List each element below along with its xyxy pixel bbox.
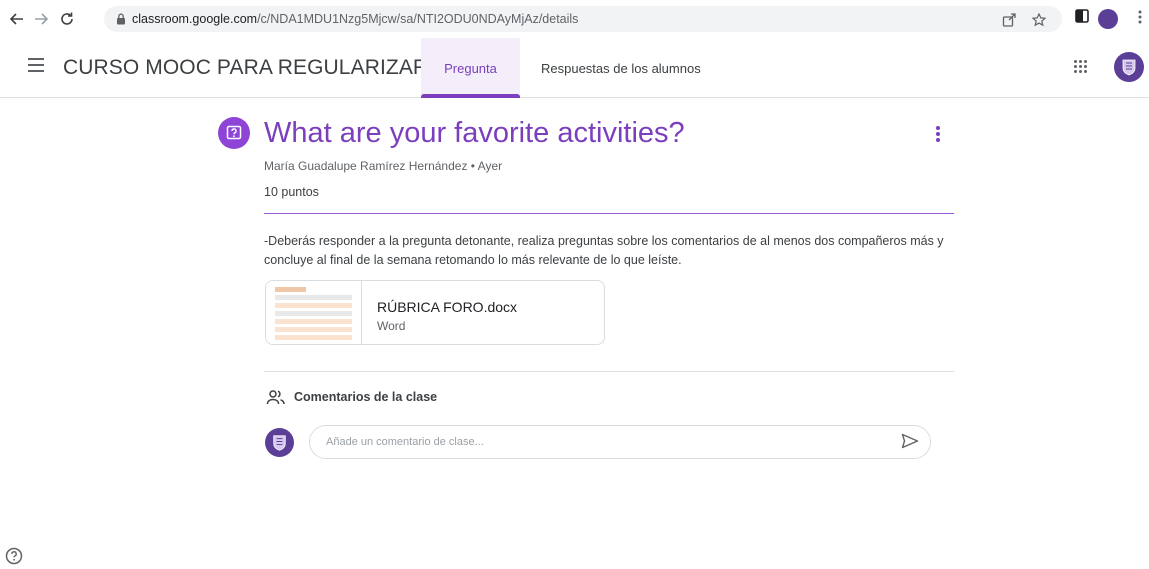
side-panel-icon[interactable] [1075, 9, 1089, 23]
browser-menu-icon[interactable] [1138, 10, 1142, 24]
account-avatar[interactable] [1114, 52, 1144, 82]
reload-icon[interactable] [56, 8, 78, 30]
crest-icon [1122, 59, 1136, 76]
main-menu-icon[interactable] [28, 58, 44, 72]
commenter-avatar [265, 428, 294, 457]
course-title[interactable]: CURSO MOOC PARA REGULARIZAR ... [63, 56, 452, 80]
back-arrow-icon[interactable] [6, 8, 28, 30]
browser-toolbar: classroom.google.com/c/NDA1MDU1Nzg5Mjcw/… [0, 0, 1149, 38]
tab-pregunta[interactable]: Pregunta [421, 38, 520, 98]
header-divider [264, 213, 954, 214]
question-meta: María Guadalupe Ramírez Hernández • Ayer [264, 159, 503, 173]
help-icon[interactable] [5, 547, 23, 565]
document-thumbnail [266, 281, 362, 344]
lock-icon [117, 13, 125, 25]
tab-respuestas-alumnos[interactable]: Respuestas de los alumnos [541, 38, 701, 98]
address-bar[interactable]: classroom.google.com/c/NDA1MDU1Nzg5Mjcw/… [104, 6, 1062, 32]
send-icon[interactable] [901, 433, 919, 449]
question-icon [218, 117, 250, 149]
classroom-header: CURSO MOOC PARA REGULARIZAR ... Pregunta… [0, 38, 1149, 98]
post-date: Ayer [477, 159, 503, 173]
attachment-type: Word [377, 319, 406, 333]
share-icon[interactable] [1002, 13, 1016, 27]
crest-icon [273, 435, 286, 451]
comments-divider [264, 371, 954, 372]
author-name: María Guadalupe Ramírez Hernández [264, 159, 468, 173]
attachment-card[interactable]: RÚBRICA FORO.docx Word [265, 280, 605, 345]
class-comments-label[interactable]: Comentarios de la clase [294, 390, 437, 404]
class-comment-input[interactable] [309, 425, 931, 459]
people-icon [266, 390, 285, 405]
more-options-icon[interactable] [936, 126, 940, 142]
question-title: What are your favorite activities? [264, 117, 685, 149]
browser-profile-avatar[interactable] [1098, 9, 1118, 29]
attachment-name: RÚBRICA FORO.docx [377, 299, 518, 315]
question-description: -Deberás responder a la pregunta detonan… [264, 234, 944, 267]
forward-arrow-icon[interactable] [30, 8, 52, 30]
google-apps-icon[interactable] [1074, 60, 1088, 74]
url-text: classroom.google.com/c/NDA1MDU1Nzg5Mjcw/… [132, 12, 579, 26]
points-label: 10 puntos [264, 185, 319, 199]
bookmark-star-icon[interactable] [1032, 13, 1046, 27]
